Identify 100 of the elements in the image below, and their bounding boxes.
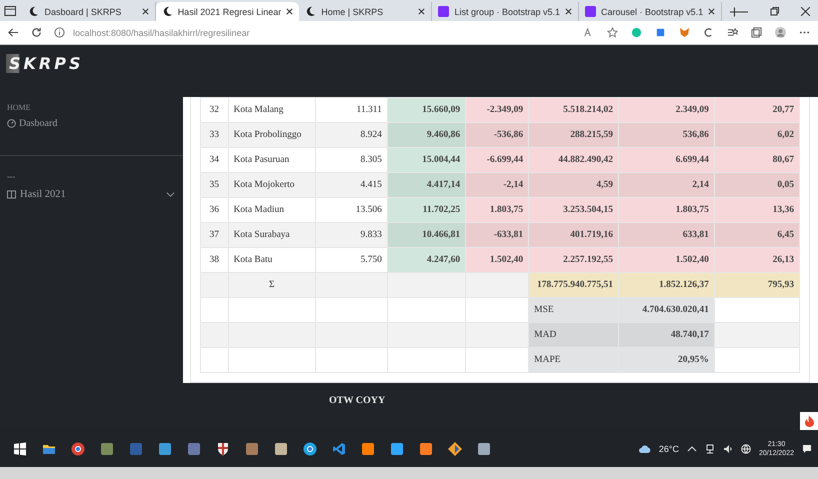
tab-actions-icon[interactable] <box>4 5 16 17</box>
collections-icon[interactable] <box>751 27 762 38</box>
sidebar-heading: --- <box>6 171 16 181</box>
table-cell: 11.702,25 <box>387 198 466 222</box>
chevron-up-icon[interactable] <box>686 444 697 454</box>
diamond-icon[interactable] <box>448 442 462 456</box>
shield-icon[interactable] <box>216 442 230 456</box>
table-cell: 4.417,14 <box>387 172 466 198</box>
app-icon[interactable] <box>245 442 259 456</box>
weather-text[interactable]: 26°C <box>658 444 679 454</box>
table-cell: Kota Pasuruan <box>228 148 316 172</box>
windows-icon[interactable] <box>13 442 27 456</box>
table-cell: Kota Probolinggo <box>228 122 316 148</box>
table-cell: MSE <box>528 298 618 322</box>
app-icon[interactable] <box>390 442 404 456</box>
table-cell <box>200 348 228 372</box>
table-cell: 20,95% <box>618 348 714 372</box>
close-icon[interactable] <box>286 8 294 15</box>
sidebar-item[interactable]: Hasil 2021 <box>0 181 183 200</box>
close-icon[interactable] <box>418 8 426 15</box>
table-cell: 1.803,75 <box>618 198 714 222</box>
table-cell: 34 <box>200 148 228 172</box>
table-cell: 44.882.490,42 <box>528 148 618 172</box>
table-cell: 1.803,75 <box>466 198 529 222</box>
table-cell <box>316 298 388 322</box>
restore-icon[interactable] <box>770 7 779 16</box>
book-icon <box>7 190 16 199</box>
extension-icon[interactable] <box>703 27 714 38</box>
code-editor-icon[interactable] <box>332 442 346 456</box>
table-cell: 80,67 <box>714 148 800 172</box>
table-cell: 4.704.630.020,41 <box>618 298 714 322</box>
table-cell <box>200 298 228 322</box>
table-cell <box>316 322 388 348</box>
table-cell: 33 <box>200 122 228 148</box>
close-icon[interactable] <box>565 8 572 15</box>
browser-icon[interactable] <box>71 442 85 456</box>
flame-icon[interactable] <box>800 412 818 430</box>
table-cell: 13,36 <box>714 198 800 222</box>
fox-icon[interactable] <box>679 27 690 38</box>
refresh-icon[interactable] <box>31 27 42 38</box>
table-cell: 401.719,16 <box>528 222 618 248</box>
network-icon[interactable] <box>704 444 715 454</box>
app-icon[interactable] <box>274 442 288 456</box>
address-field[interactable]: localhost:8080/hasil/hasilakhirrl/regresilinear <box>73 28 250 38</box>
table-cell: 536,86 <box>618 122 714 148</box>
table-cell <box>200 322 228 348</box>
close-icon[interactable] <box>142 8 149 15</box>
table-cell: 32 <box>200 98 228 122</box>
table-cell: -633,81 <box>466 222 529 248</box>
close-icon[interactable] <box>708 8 716 15</box>
app-icon[interactable] <box>361 442 375 456</box>
new-tab-icon[interactable] <box>730 7 739 17</box>
table-cell: 38 <box>200 248 228 272</box>
table-cell: 5.518.214,02 <box>528 98 618 122</box>
browser-icon[interactable] <box>303 442 317 456</box>
table-cell: 10.466,81 <box>387 222 466 248</box>
moon-icon <box>28 6 40 17</box>
table-cell: 288.215,59 <box>528 122 618 148</box>
table-cell: 11.311 <box>316 98 388 122</box>
table-cell: 4,59 <box>528 172 618 198</box>
app-icon[interactable] <box>419 442 433 456</box>
moon-icon <box>305 6 316 17</box>
back-icon[interactable] <box>8 27 19 38</box>
globe-icon[interactable] <box>740 444 751 454</box>
table-cell: -2,14 <box>466 172 529 198</box>
app-icon[interactable] <box>477 442 491 456</box>
table-cell: 1.502,40 <box>618 248 714 272</box>
table-cell: 15.004,44 <box>387 148 466 172</box>
table-cell: 15.660,09 <box>387 98 466 122</box>
table-cell: 3.253.504,15 <box>528 198 618 222</box>
table-cell: 1.502,40 <box>466 248 529 272</box>
close-icon[interactable] <box>801 7 810 16</box>
cloud-icon[interactable] <box>638 444 651 454</box>
table-cell: -2.349,09 <box>466 98 529 122</box>
table-cell: 36 <box>200 198 228 222</box>
chevron-icon[interactable] <box>166 190 175 199</box>
info-icon[interactable] <box>54 27 65 38</box>
table-cell: 9.833 <box>316 222 388 248</box>
table-cell: 35 <box>200 172 228 198</box>
footer-text: OTW COYY <box>329 395 386 406</box>
table-cell: 20,77 <box>714 98 800 122</box>
table-cell: 633,81 <box>618 222 714 248</box>
table-cell: 0,05 <box>714 172 800 198</box>
bootstrap-icon <box>438 6 450 17</box>
volume-icon[interactable] <box>722 444 733 454</box>
favorites-icon[interactable] <box>727 27 738 38</box>
browser-tab[interactable]: Hasil 2021 Regresi Linear <box>156 2 300 21</box>
sidebar-item[interactable]: Dasboard <box>0 112 183 135</box>
table-cell: 1.852.126,37 <box>618 272 714 298</box>
notification-icon[interactable] <box>802 444 812 454</box>
extension-icon[interactable] <box>655 27 666 38</box>
app-icon[interactable] <box>187 442 201 456</box>
app-icon[interactable] <box>100 442 114 456</box>
table-cell: -536,86 <box>466 122 529 148</box>
table-cell: MAD <box>528 322 618 348</box>
favorite-icon[interactable] <box>607 27 618 38</box>
app-icon[interactable] <box>158 442 172 456</box>
table-cell: 48.740,17 <box>618 322 714 348</box>
table-cell: 8.924 <box>316 122 388 148</box>
profile-icon[interactable] <box>775 27 786 38</box>
